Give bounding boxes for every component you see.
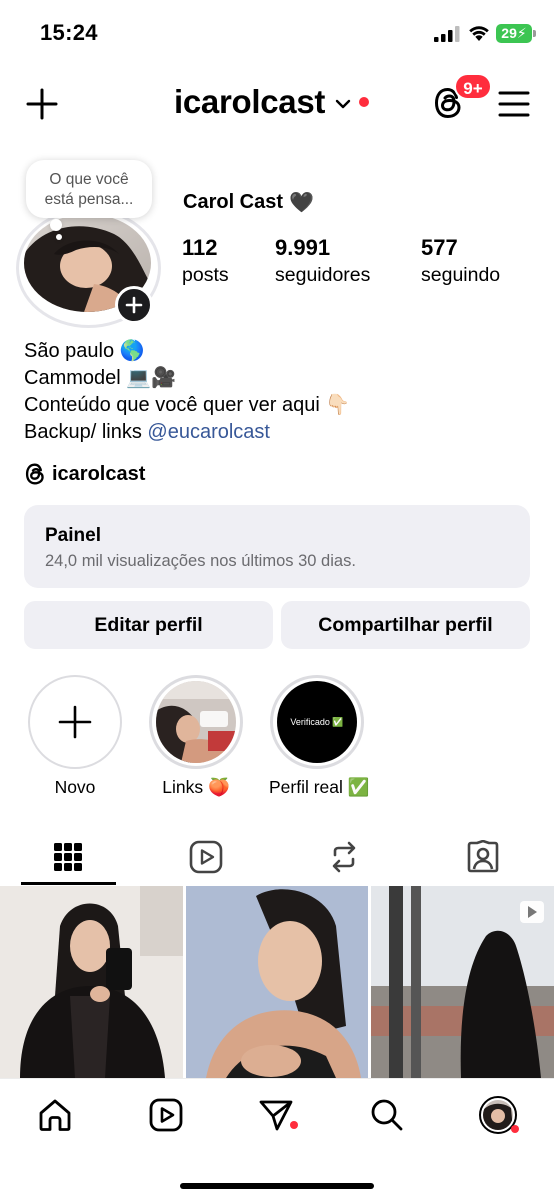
- note-bubble[interactable]: O que você está pensa...: [26, 160, 152, 218]
- nav-reels[interactable]: [136, 1093, 196, 1137]
- wifi-icon: [469, 26, 489, 41]
- tab-reposts[interactable]: [296, 828, 392, 886]
- profile-tabs: [0, 828, 554, 886]
- threads-icon: [25, 463, 44, 485]
- status-bar: 15:24 29⚡: [0, 0, 554, 66]
- share-profile-button[interactable]: Compartilhar perfil: [281, 601, 530, 649]
- stat-followers[interactable]: 9.991 seguidores: [275, 234, 370, 288]
- highlight-real-profile[interactable]: Verificado ✅ Perfil real ✅: [269, 675, 370, 798]
- highlight-cover: Verificado ✅: [277, 681, 357, 763]
- account-switcher[interactable]: icarolcast: [174, 80, 370, 124]
- profile-notification-dot: [511, 1125, 519, 1133]
- hamburger-menu-icon: [498, 91, 530, 117]
- stat-value: 112: [182, 235, 218, 260]
- plus-icon: [125, 296, 143, 314]
- highlight-cover-image: [156, 681, 236, 763]
- threads-handle: icarolcast: [52, 462, 146, 485]
- signal-icon: [434, 26, 460, 42]
- active-tab-indicator: [21, 882, 116, 885]
- battery-level: 29: [501, 25, 517, 41]
- threads-profile-link[interactable]: icarolcast: [24, 462, 145, 486]
- posts-grid: [0, 886, 554, 1078]
- add-story-button[interactable]: [115, 286, 153, 324]
- reels-icon: [149, 1098, 183, 1132]
- nav-profile[interactable]: [468, 1093, 528, 1137]
- send-icon: [259, 1100, 293, 1131]
- nav-home[interactable]: [25, 1093, 85, 1137]
- highlight-new-circle: [28, 675, 122, 769]
- stat-posts[interactable]: 112 posts: [182, 234, 229, 288]
- stat-label: seguidores: [275, 264, 371, 286]
- bio-line: Backup/ links @eucarolcast: [24, 419, 350, 446]
- bio-line: Conteúdo que você quer ver aqui 👇🏻: [24, 394, 351, 416]
- battery-indicator: 29⚡: [496, 24, 532, 43]
- reels-icon: [189, 840, 223, 874]
- tab-reels[interactable]: [158, 828, 254, 886]
- bio-line: São paulo 🌎: [24, 340, 145, 362]
- share-profile-label: Compartilhar perfil: [318, 613, 493, 636]
- home-indicator: [180, 1183, 374, 1189]
- note-bubble-tail: [50, 219, 62, 231]
- heart-emoji: 🖤: [289, 192, 314, 214]
- post-thumbnail: [0, 886, 183, 1078]
- stat-label: seguindo: [421, 264, 501, 286]
- bio-mention-link[interactable]: @eucarolcast: [147, 421, 270, 443]
- bio-text: Backup/ links: [24, 421, 148, 443]
- note-text: O que você está pensa...: [44, 171, 134, 208]
- plus-icon: [26, 88, 58, 120]
- highlight-real-profile-circle: Verificado ✅: [270, 675, 364, 769]
- home-icon: [39, 1099, 71, 1131]
- stat-value: 9.991: [275, 235, 331, 260]
- profile-header: icarolcast 9+: [0, 66, 554, 142]
- repost-icon: [332, 841, 356, 873]
- bio: São paulo 🌎 Cammodel 💻🎥 Conteúdo que voc…: [24, 338, 350, 446]
- highlight-label: Links 🍑: [162, 777, 230, 797]
- professional-dashboard[interactable]: Painel 24,0 mil visualizações nos último…: [24, 505, 530, 588]
- highlight-cover-text: Verificado ✅: [290, 716, 344, 727]
- nav-messages[interactable]: [246, 1093, 306, 1137]
- dashboard-title: Painel: [45, 525, 101, 546]
- create-button[interactable]: [22, 84, 62, 124]
- messages-unread-dot: [290, 1121, 298, 1129]
- highlight-new[interactable]: Novo: [27, 675, 123, 798]
- chevron-down-icon: [335, 99, 351, 109]
- display-name: Carol Cast 🖤: [183, 190, 314, 215]
- tab-grid[interactable]: [20, 828, 116, 886]
- tagged-person-icon: [467, 840, 499, 873]
- edit-profile-label: Editar perfil: [94, 613, 203, 636]
- unread-dot: [359, 97, 370, 107]
- stat-label: posts: [182, 264, 229, 286]
- note-bubble-tail-small: [56, 234, 62, 240]
- edit-profile-button[interactable]: Editar perfil: [24, 601, 273, 649]
- highlight-links[interactable]: Links 🍑: [148, 675, 244, 798]
- display-name-text: Carol Cast: [183, 191, 284, 213]
- stat-following[interactable]: 577 seguindo: [421, 234, 500, 288]
- grid-post[interactable]: [371, 886, 554, 1078]
- search-icon: [371, 1099, 403, 1131]
- profile-avatar-photo: [483, 1100, 513, 1130]
- bottom-navigation: [0, 1078, 554, 1200]
- post-thumbnail: [371, 886, 554, 1078]
- highlight-label: Novo: [54, 777, 96, 797]
- notification-badge: 9+: [454, 73, 492, 100]
- highlight-cover: [156, 681, 236, 763]
- grid-post[interactable]: [0, 886, 183, 1078]
- highlight-label: Perfil real ✅: [269, 777, 370, 797]
- grid-icon: [54, 843, 82, 871]
- battery-tip: [533, 30, 536, 37]
- nav-search[interactable]: [357, 1093, 417, 1137]
- bio-line: Cammodel 💻🎥: [24, 367, 177, 389]
- plus-icon: [58, 705, 92, 739]
- grid-post[interactable]: [185, 886, 369, 1078]
- dashboard-subtitle: 24,0 mil visualizações nos últimos 30 di…: [45, 552, 356, 570]
- username: icarolcast: [174, 83, 326, 120]
- highlight-links-circle: [149, 675, 243, 769]
- tab-tagged[interactable]: [435, 828, 531, 886]
- post-thumbnail: [185, 886, 369, 1078]
- menu-button[interactable]: [494, 84, 534, 124]
- stat-value: 577: [421, 235, 458, 260]
- status-time: 15:24: [40, 20, 98, 45]
